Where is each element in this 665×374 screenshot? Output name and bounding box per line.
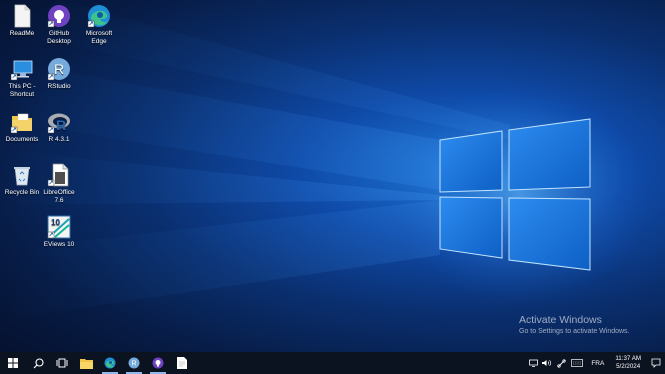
desktop-icon-microsoft-edge[interactable]: Microsoft Edge <box>77 4 121 46</box>
volume-icon <box>542 359 552 367</box>
notification-icon <box>651 358 661 368</box>
start-button[interactable] <box>0 352 26 374</box>
document-icon <box>14 4 31 28</box>
search-icon <box>33 357 44 368</box>
taskbar-rstudio[interactable]: R <box>122 352 146 374</box>
rstudio-icon: R <box>128 357 140 369</box>
system-tray: FRA 11:37 AM 5/2/2024 <box>526 352 665 374</box>
taskbar-notepad[interactable] <box>170 352 194 374</box>
desktop-icon-label: R 4.3.1 <box>48 136 70 143</box>
svg-text:10: 10 <box>51 218 60 227</box>
r-icon: R <box>47 113 70 134</box>
wallpaper-windows-logo <box>0 0 650 320</box>
windows-logo-icon <box>8 358 18 368</box>
github-desktop-icon <box>152 357 164 369</box>
input-language-indicator[interactable]: FRA <box>586 360 609 367</box>
svg-text:R: R <box>54 61 64 77</box>
taskbar-file-explorer[interactable] <box>74 352 98 374</box>
rstudio-icon: R <box>47 58 70 81</box>
desktop-icon-github-desktop[interactable]: GitHub Desktop <box>37 4 81 46</box>
svg-text:R: R <box>131 361 136 368</box>
taskbar-github-desktop[interactable] <box>146 352 170 374</box>
folder-documents-icon <box>10 113 32 134</box>
taskbar-microsoft-edge[interactable] <box>98 352 122 374</box>
github-desktop-icon <box>47 5 70 28</box>
task-view-button[interactable] <box>50 352 74 374</box>
network-icon <box>557 358 566 368</box>
edge-icon <box>87 5 110 28</box>
desktop-icon-r[interactable]: R R 4.3.1 <box>37 110 81 144</box>
keyboard-icon <box>571 359 584 367</box>
search-button[interactable] <box>26 352 50 374</box>
notification-center-button[interactable] <box>647 352 665 374</box>
clock-date: 5/2/2024 <box>616 363 641 370</box>
desktop-screen: ReadMe GitHub Desktop Microsoft Edge Thi… <box>0 0 665 374</box>
computer-icon <box>10 60 33 81</box>
volume-button[interactable] <box>540 352 554 374</box>
libreoffice-icon <box>47 163 69 187</box>
desktop-icon-label: GitHub Desktop <box>47 30 71 45</box>
network-button[interactable] <box>554 352 568 374</box>
task-view-icon <box>56 358 68 368</box>
desktop-icon-label: Microsoft Edge <box>85 30 113 45</box>
recycle-bin-icon <box>14 167 30 186</box>
activate-windows-watermark: Activate Windows Go to Settings to activ… <box>519 314 630 337</box>
svg-text:R: R <box>56 117 66 133</box>
watermark-title: Activate Windows <box>519 314 602 326</box>
desktop-icon-label: LibreOffice 7.6 <box>43 189 75 204</box>
people-icon <box>528 359 538 367</box>
edge-icon <box>104 357 116 369</box>
tray-chevron-up-icon[interactable] <box>526 352 540 374</box>
watermark-subtitle: Go to Settings to activate Windows. <box>519 328 630 335</box>
taskbar: R FRA 11:37 AM 5/2/2024 <box>0 352 665 374</box>
clock[interactable]: 11:37 AM 5/2/2024 <box>609 355 647 371</box>
clock-time: 11:37 AM <box>615 355 641 362</box>
file-explorer-icon <box>79 358 93 369</box>
eviews-icon: 10 <box>47 215 71 239</box>
desktop-icon-rstudio[interactable]: R RStudio <box>37 57 81 91</box>
keyboard-button[interactable] <box>568 352 586 374</box>
desktop-icon-label: RStudio <box>47 83 71 90</box>
notepad-icon <box>177 357 187 369</box>
desktop-icon-eviews[interactable]: 10 EViews 10 <box>37 215 81 249</box>
desktop-icon-label: EViews 10 <box>43 241 75 248</box>
desktop-icon-libreoffice[interactable]: LibreOffice 7.6 <box>37 163 81 205</box>
